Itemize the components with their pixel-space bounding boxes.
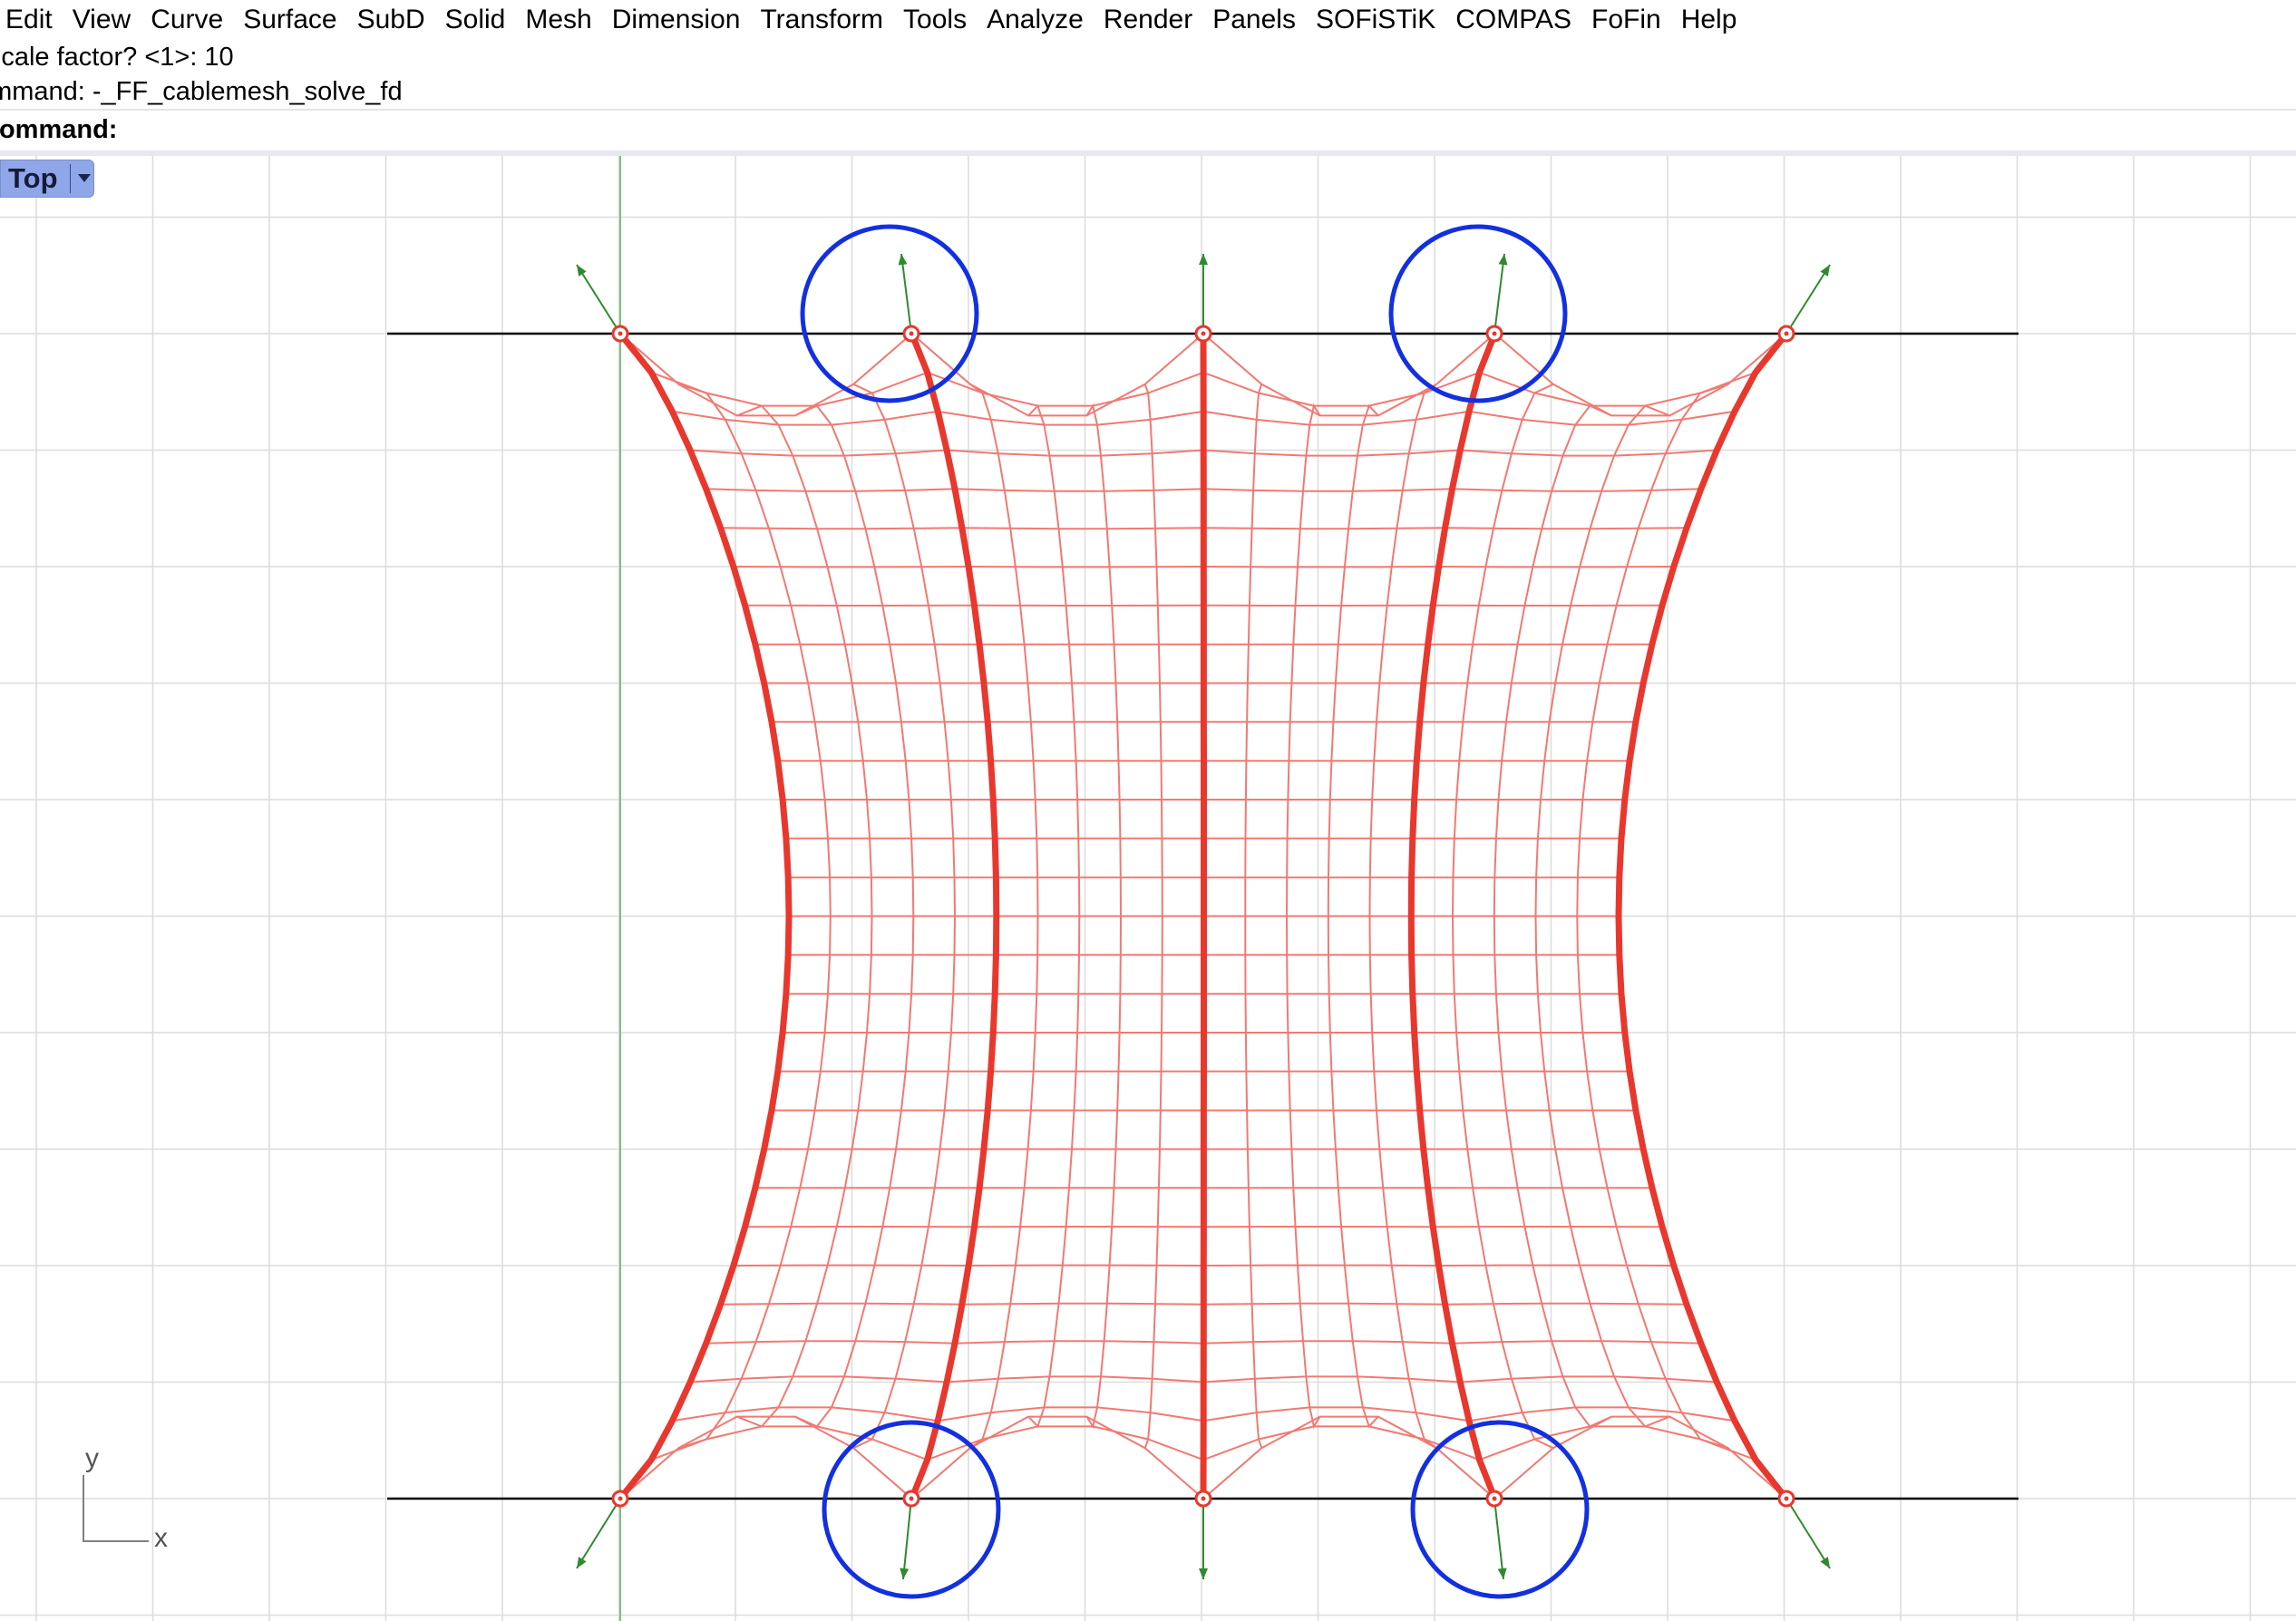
highlight-circle — [822, 1420, 1001, 1599]
menu-mesh[interactable]: Mesh — [511, 0, 606, 40]
reaction-arrow — [1785, 264, 1831, 335]
reaction-arrow-head — [1820, 265, 1830, 277]
construction-grid — [0, 156, 2296, 1621]
anchor-point-center — [1201, 331, 1206, 336]
anchor-point-center — [618, 1496, 623, 1501]
anchor-point-center — [1784, 1496, 1789, 1501]
menu-edit[interactable]: Edit — [0, 0, 67, 40]
anchor-point-center — [1492, 1496, 1497, 1501]
reaction-arrow-head — [1498, 254, 1508, 266]
axis-x-label: x — [154, 1523, 168, 1553]
menu-bar: Edit View Curve Surface SubD Solid Mesh Dimensi… — [0, 0, 2296, 42]
axis-indicator-lines — [83, 1475, 149, 1542]
anchor-point-center — [1784, 331, 1789, 336]
anchor-point-center — [1201, 1496, 1206, 1501]
reaction-arrow-head — [577, 265, 587, 277]
reaction-arrow — [576, 1498, 621, 1569]
reaction-arrow-head — [1497, 1568, 1507, 1579]
command-history-line-2: Command: -_FF_cablemesh_solve_fd — [0, 74, 2296, 111]
reaction-arrow — [576, 264, 621, 335]
reaction-arrow — [1493, 1498, 1504, 1580]
reaction-arrow-head — [1199, 1568, 1208, 1579]
reaction-arrow-head — [900, 1568, 910, 1579]
reaction-arrow — [900, 253, 912, 335]
menu-fofin[interactable]: FoFin — [1577, 0, 1676, 40]
menu-tools[interactable]: Tools — [889, 0, 981, 40]
command-history-line-1: Scale factor? <1>: 10 — [0, 40, 2296, 74]
reaction-arrow-head — [898, 254, 908, 266]
menu-transform[interactable]: Transform — [745, 0, 898, 40]
reaction-arrow — [1493, 253, 1505, 335]
reaction-arrow — [1785, 1498, 1831, 1569]
command-input[interactable] — [100, 114, 2280, 147]
viewport-canvas[interactable]: y x — [0, 156, 2296, 1621]
cable-edge-10 — [1200, 333, 1207, 1500]
viewport-menu-dropdown-icon[interactable] — [78, 174, 91, 182]
viewport-name-label: Top — [8, 162, 58, 194]
reaction-arrow — [902, 1498, 912, 1580]
menu-sofistik[interactable]: SOFiSTiK — [1301, 0, 1450, 40]
anchor-point-center — [1492, 331, 1497, 336]
highlight-circle — [800, 224, 979, 403]
anchor-point-center — [909, 331, 914, 336]
menu-curve[interactable]: Curve — [136, 0, 238, 40]
menu-dimension[interactable]: Dimension — [598, 0, 755, 40]
reaction-arrow-head — [1820, 1557, 1830, 1568]
menu-solid[interactable]: Solid — [431, 0, 520, 40]
history-text-1: Scale factor? <1>: 10 — [0, 43, 234, 72]
menu-help[interactable]: Help — [1667, 0, 1752, 40]
history-text-2: Command: -_FF_cablemesh_solve_fd — [0, 77, 403, 106]
highlight-circles — [800, 224, 1590, 1599]
anchor-point-center — [618, 331, 623, 336]
menu-render[interactable]: Render — [1089, 0, 1207, 40]
viewport-title-tab[interactable]: Top — [0, 160, 94, 198]
menu-panels[interactable]: Panels — [1198, 0, 1310, 40]
reaction-arrow-head — [1199, 254, 1208, 265]
menu-analyze[interactable]: Analyze — [972, 0, 1098, 40]
menu-surface[interactable]: Surface — [229, 0, 351, 40]
viewport-top[interactable]: y x — [0, 156, 2296, 1621]
command-line[interactable]: Command: — [0, 111, 2296, 156]
viewport-tab-separator — [70, 164, 71, 193]
menu-view[interactable]: View — [58, 0, 145, 40]
anchor-point-center — [909, 1496, 914, 1501]
menu-subd[interactable]: SubD — [343, 0, 440, 40]
reaction-arrow-head — [577, 1557, 587, 1568]
menu-compas[interactable]: COMPAS — [1441, 0, 1586, 40]
axis-y-label: y — [85, 1443, 99, 1473]
